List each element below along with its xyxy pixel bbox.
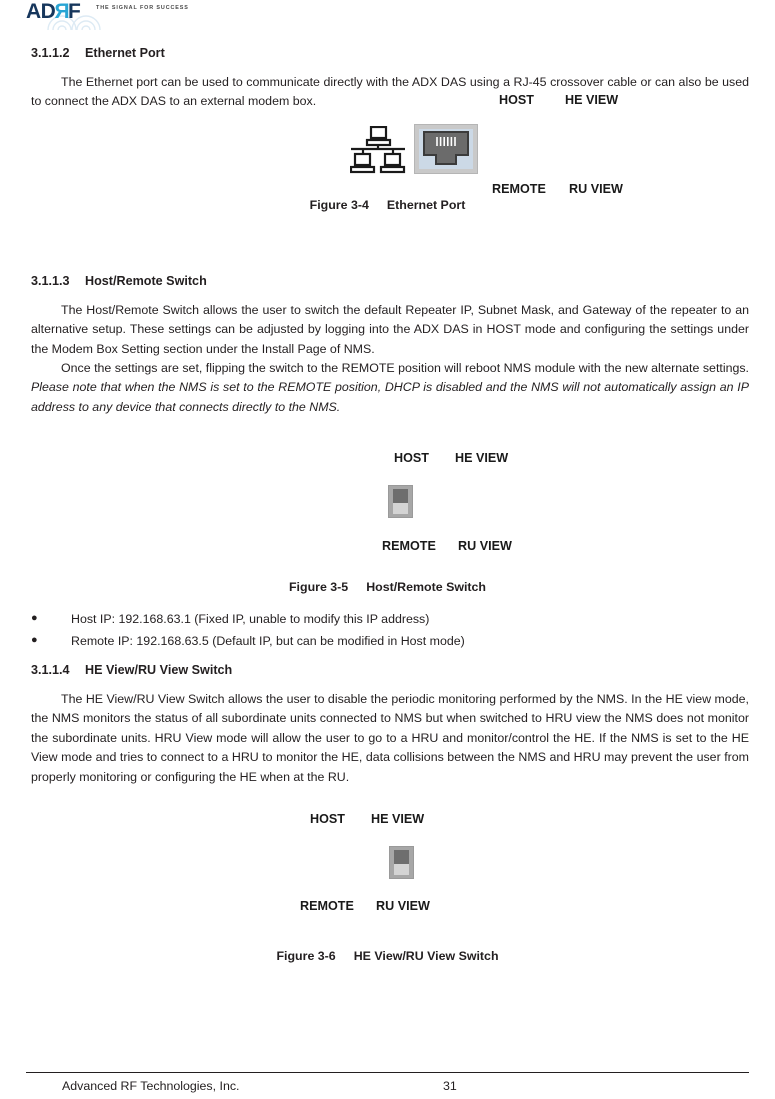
bullet-icon: ●	[31, 612, 38, 624]
figure-3-4-title: Ethernet Port	[386, 198, 466, 212]
paragraph-host-remote-p2: Once the settings are set, flipping the …	[31, 359, 749, 417]
figure-3-5-number: Figure 3-5	[288, 580, 349, 594]
heading-host-remote-number: 3.1.1.3	[31, 274, 70, 288]
figure-3-5-title: Host/Remote Switch	[366, 580, 486, 594]
host-remote-toggle-switch[interactable]	[388, 485, 413, 518]
logo-r-text: R	[55, 0, 71, 23]
heading-he-ru-number: 3.1.1.4	[31, 663, 70, 677]
heru-label-remote: REMOTE	[300, 899, 354, 913]
heading-ethernet-title: Ethernet Port	[85, 46, 165, 60]
ethernet-label-host: HOST	[499, 93, 534, 107]
heading-he-ru-title: HE View/RU View Switch	[85, 663, 233, 677]
rj45-jack-bezel	[419, 129, 473, 169]
hostremote-label-ru-view: RU VIEW	[458, 539, 512, 553]
figure-3-4-number: Figure 3-4	[309, 198, 369, 212]
list-item-host-ip: ● Host IP: 192.168.63.1 (Fixed IP, unable…	[31, 612, 429, 626]
paragraph-host-remote-p1: The Host/Remote Switch allows the user t…	[31, 301, 749, 359]
logo-ad-text: AD	[26, 0, 56, 23]
list-item-remote-ip: ● Remote IP: 192.168.63.5 (Default IP, bu…	[31, 634, 465, 648]
footer-company-name: Advanced RF Technologies, Inc.	[62, 1079, 240, 1093]
footer-divider	[26, 1072, 749, 1073]
ethernet-label-he-view: HE VIEW	[565, 93, 619, 107]
footer-page-number: 31	[443, 1079, 457, 1093]
figure-caption-3-4: Figure 3-4 Ethernet Port	[0, 198, 775, 212]
paragraph-host-remote-p2-italic: Please note that when the NMS is set to …	[31, 380, 749, 414]
figure-3-6-title: HE View/RU View Switch	[353, 949, 499, 963]
toggle-lower-half	[393, 502, 408, 514]
paragraph-ethernet-text: The Ethernet port can be used to communi…	[31, 75, 749, 109]
heading-ethernet-port: 3.1.1.2 Ethernet Port	[31, 46, 165, 60]
rj45-port-icon	[423, 131, 469, 165]
heading-host-remote-switch: 3.1.1.3 Host/Remote Switch	[31, 274, 207, 288]
rj45-jack-image	[414, 124, 478, 174]
paragraph-ethernet-body: The Ethernet port can be used to communi…	[31, 73, 749, 112]
heading-he-ru-view-switch: 3.1.1.4 HE View/RU View Switch	[31, 663, 232, 677]
figure-caption-3-5: Figure 3-5 Host/Remote Switch	[0, 580, 775, 594]
heading-ethernet-number: 3.1.1.2	[31, 46, 70, 60]
brand-logo: ADRF THE SIGNAL FOR SUCCESS	[26, 0, 326, 30]
list-item-remote-ip-text: Remote IP: 192.168.63.5 (Default IP, but…	[71, 634, 465, 648]
hostremote-label-remote: REMOTE	[382, 539, 436, 553]
heading-host-remote-title: Host/Remote Switch	[85, 274, 207, 288]
network-lan-icon	[350, 126, 406, 174]
toggle-upper-half	[394, 850, 409, 864]
logo-f-text: F	[68, 0, 81, 23]
toggle-upper-half	[393, 489, 408, 503]
paragraph-he-ru-body: The HE View/RU View Switch allows the us…	[31, 690, 749, 787]
paragraph-host-remote-p1-text: The Host/Remote Switch allows the user t…	[31, 303, 749, 356]
paragraph-he-ru-text: The HE View/RU View Switch allows the us…	[31, 692, 749, 784]
ethernet-label-ru-view: RU VIEW	[569, 182, 623, 196]
logo-tagline: THE SIGNAL FOR SUCCESS	[96, 5, 189, 11]
ethernet-label-remote: REMOTE	[492, 182, 546, 196]
heru-label-he-view: HE VIEW	[371, 812, 425, 826]
logo-wordmark: ADRF	[26, 0, 81, 23]
bullet-icon: ●	[31, 634, 38, 646]
hostremote-label-host: HOST	[394, 451, 429, 465]
he-ru-view-toggle-switch[interactable]	[389, 846, 414, 879]
toggle-lower-half	[394, 863, 409, 875]
heru-label-ru-view: RU VIEW	[376, 899, 430, 913]
list-item-host-ip-text: Host IP: 192.168.63.1 (Fixed IP, unable …	[71, 612, 430, 626]
figure-caption-3-6: Figure 3-6 HE View/RU View Switch	[0, 949, 775, 963]
heru-label-host: HOST	[310, 812, 345, 826]
paragraph-host-remote-p2-plain: Once the settings are set, flipping the …	[61, 361, 749, 375]
hostremote-label-he-view: HE VIEW	[455, 451, 509, 465]
figure-3-6-number: Figure 3-6	[276, 949, 336, 963]
